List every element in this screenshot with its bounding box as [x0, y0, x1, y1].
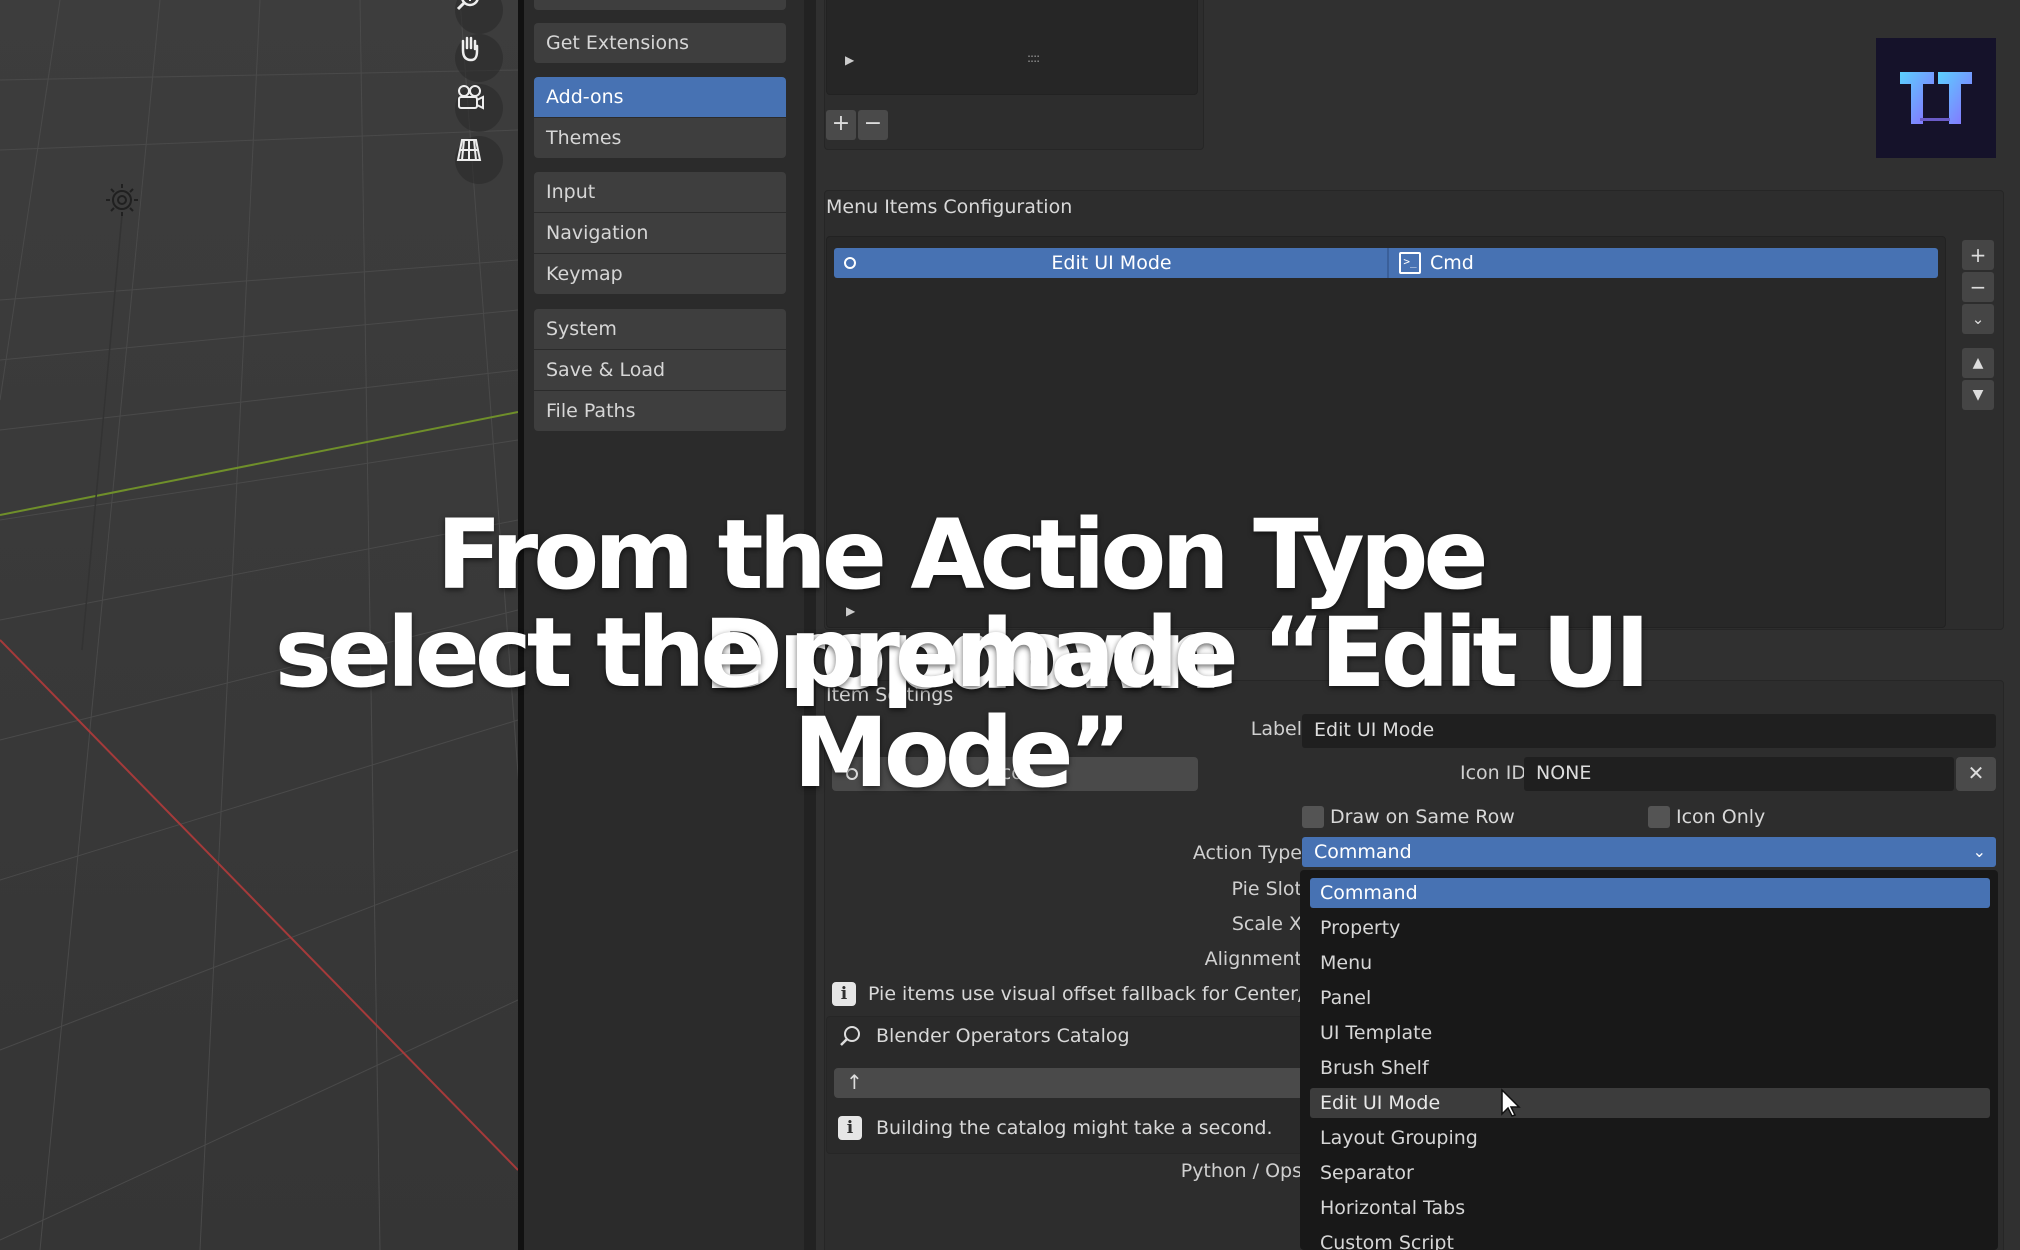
resize-grip-icon[interactable]: ::::	[1027, 51, 1040, 65]
nav-item-addons[interactable]: Add-ons	[534, 77, 786, 117]
dropdown-option-layout-grouping[interactable]: Layout Grouping	[1310, 1123, 1990, 1153]
mouse-cursor-icon	[1501, 1088, 1521, 1117]
dropdown-option-edit-ui-mode[interactable]: Edit UI Mode	[1310, 1088, 1990, 1118]
nav-item-keymap[interactable]: Keymap	[534, 254, 786, 294]
chevron-down-icon[interactable]: ⌄	[1962, 304, 1994, 334]
caption-line-2: select the premade “Edit UI Mode”	[274, 597, 1651, 809]
icon-only-checkbox[interactable]	[1648, 806, 1670, 828]
nav-item-themes[interactable]: Themes	[534, 118, 786, 158]
chevron-down-icon: ⌄	[1972, 842, 1986, 861]
dropdown-option-property[interactable]: Property	[1310, 913, 1990, 943]
menu-items-title: Menu Items Configuration	[826, 196, 1073, 218]
remove-icon[interactable]: −	[858, 110, 888, 140]
action-type-label: Action Type	[1192, 842, 1302, 864]
nav-item-get-extensions[interactable]: Get Extensions	[534, 23, 786, 63]
dropdown-option-separator[interactable]: Separator	[1310, 1158, 1990, 1188]
nav-item-input[interactable]: Input	[534, 172, 786, 212]
camera-icon[interactable]	[455, 84, 503, 132]
catalog-info-text: Building the catalog might take a second…	[876, 1117, 1273, 1139]
search-icon	[838, 1024, 862, 1053]
pie-slot-label: Pie Slot	[1231, 878, 1302, 900]
move-up-icon[interactable]: ▲	[1962, 348, 1994, 378]
arrow-up-icon[interactable]: ↑	[834, 1068, 1304, 1098]
dropdown-option-brush-shelf[interactable]: Brush Shelf	[1310, 1053, 1990, 1083]
draw-same-row-checkbox[interactable]	[1302, 806, 1324, 828]
python-ops-label: Python / Ops	[1180, 1160, 1302, 1182]
dropdown-option-ui-template[interactable]: UI Template	[1310, 1018, 1990, 1048]
scale-x-label: Scale X	[1231, 913, 1302, 935]
move-down-icon[interactable]: ▼	[1962, 380, 1994, 410]
action-type-select[interactable]: Command ⌄	[1302, 837, 1996, 867]
menu-item-name: Edit UI Mode	[1051, 252, 1172, 274]
dropdown-option-panel[interactable]: Panel	[1310, 983, 1990, 1013]
nav-item-navigation[interactable]: Navigation	[534, 213, 786, 253]
dropdown-option-command[interactable]: Command	[1310, 878, 1990, 908]
info-icon: i	[832, 982, 856, 1006]
icon-only-label: Icon Only	[1676, 806, 1766, 828]
draw-same-row-label: Draw on Same Row	[1330, 806, 1515, 828]
alignment-label: Alignment	[1204, 948, 1302, 970]
remove-item-icon[interactable]: −	[1962, 272, 1994, 302]
action-type-dropdown: Command Property Menu Panel UI Template …	[1300, 870, 1998, 1250]
dropdown-option-menu[interactable]: Menu	[1310, 948, 1990, 978]
catalog-label: Blender Operators Catalog	[876, 1025, 1130, 1047]
nav-item-system[interactable]: System	[534, 309, 786, 349]
channel-logo	[1876, 38, 1996, 158]
dropdown-option-horizontal-tabs[interactable]: Horizontal Tabs	[1310, 1193, 1990, 1223]
expand-triangle-icon[interactable]: ▶	[845, 53, 854, 67]
add-icon[interactable]: +	[826, 110, 856, 140]
console-icon: >_	[1399, 252, 1421, 274]
add-item-icon[interactable]: +	[1962, 240, 1994, 270]
clear-icon[interactable]: ✕	[1956, 757, 1996, 791]
menu-item-row[interactable]: Edit UI Mode >_ Cmd	[834, 248, 1938, 278]
pie-info-text: Pie items use visual offset fallback for…	[868, 983, 1300, 1005]
menu-item-type: Cmd	[1430, 252, 1474, 274]
top-list[interactable]: ▶ ::::	[826, 0, 1198, 95]
pan-hand-icon[interactable]	[455, 34, 503, 82]
nav-item-file-paths[interactable]: File Paths	[534, 391, 786, 431]
grid-view-icon[interactable]	[455, 136, 503, 184]
info-icon: i	[838, 1116, 862, 1140]
dropdown-option-custom-script[interactable]: Custom Script	[1310, 1228, 1990, 1250]
nav-item-hidden[interactable]	[534, 0, 786, 10]
nav-item-save-load[interactable]: Save & Load	[534, 350, 786, 390]
